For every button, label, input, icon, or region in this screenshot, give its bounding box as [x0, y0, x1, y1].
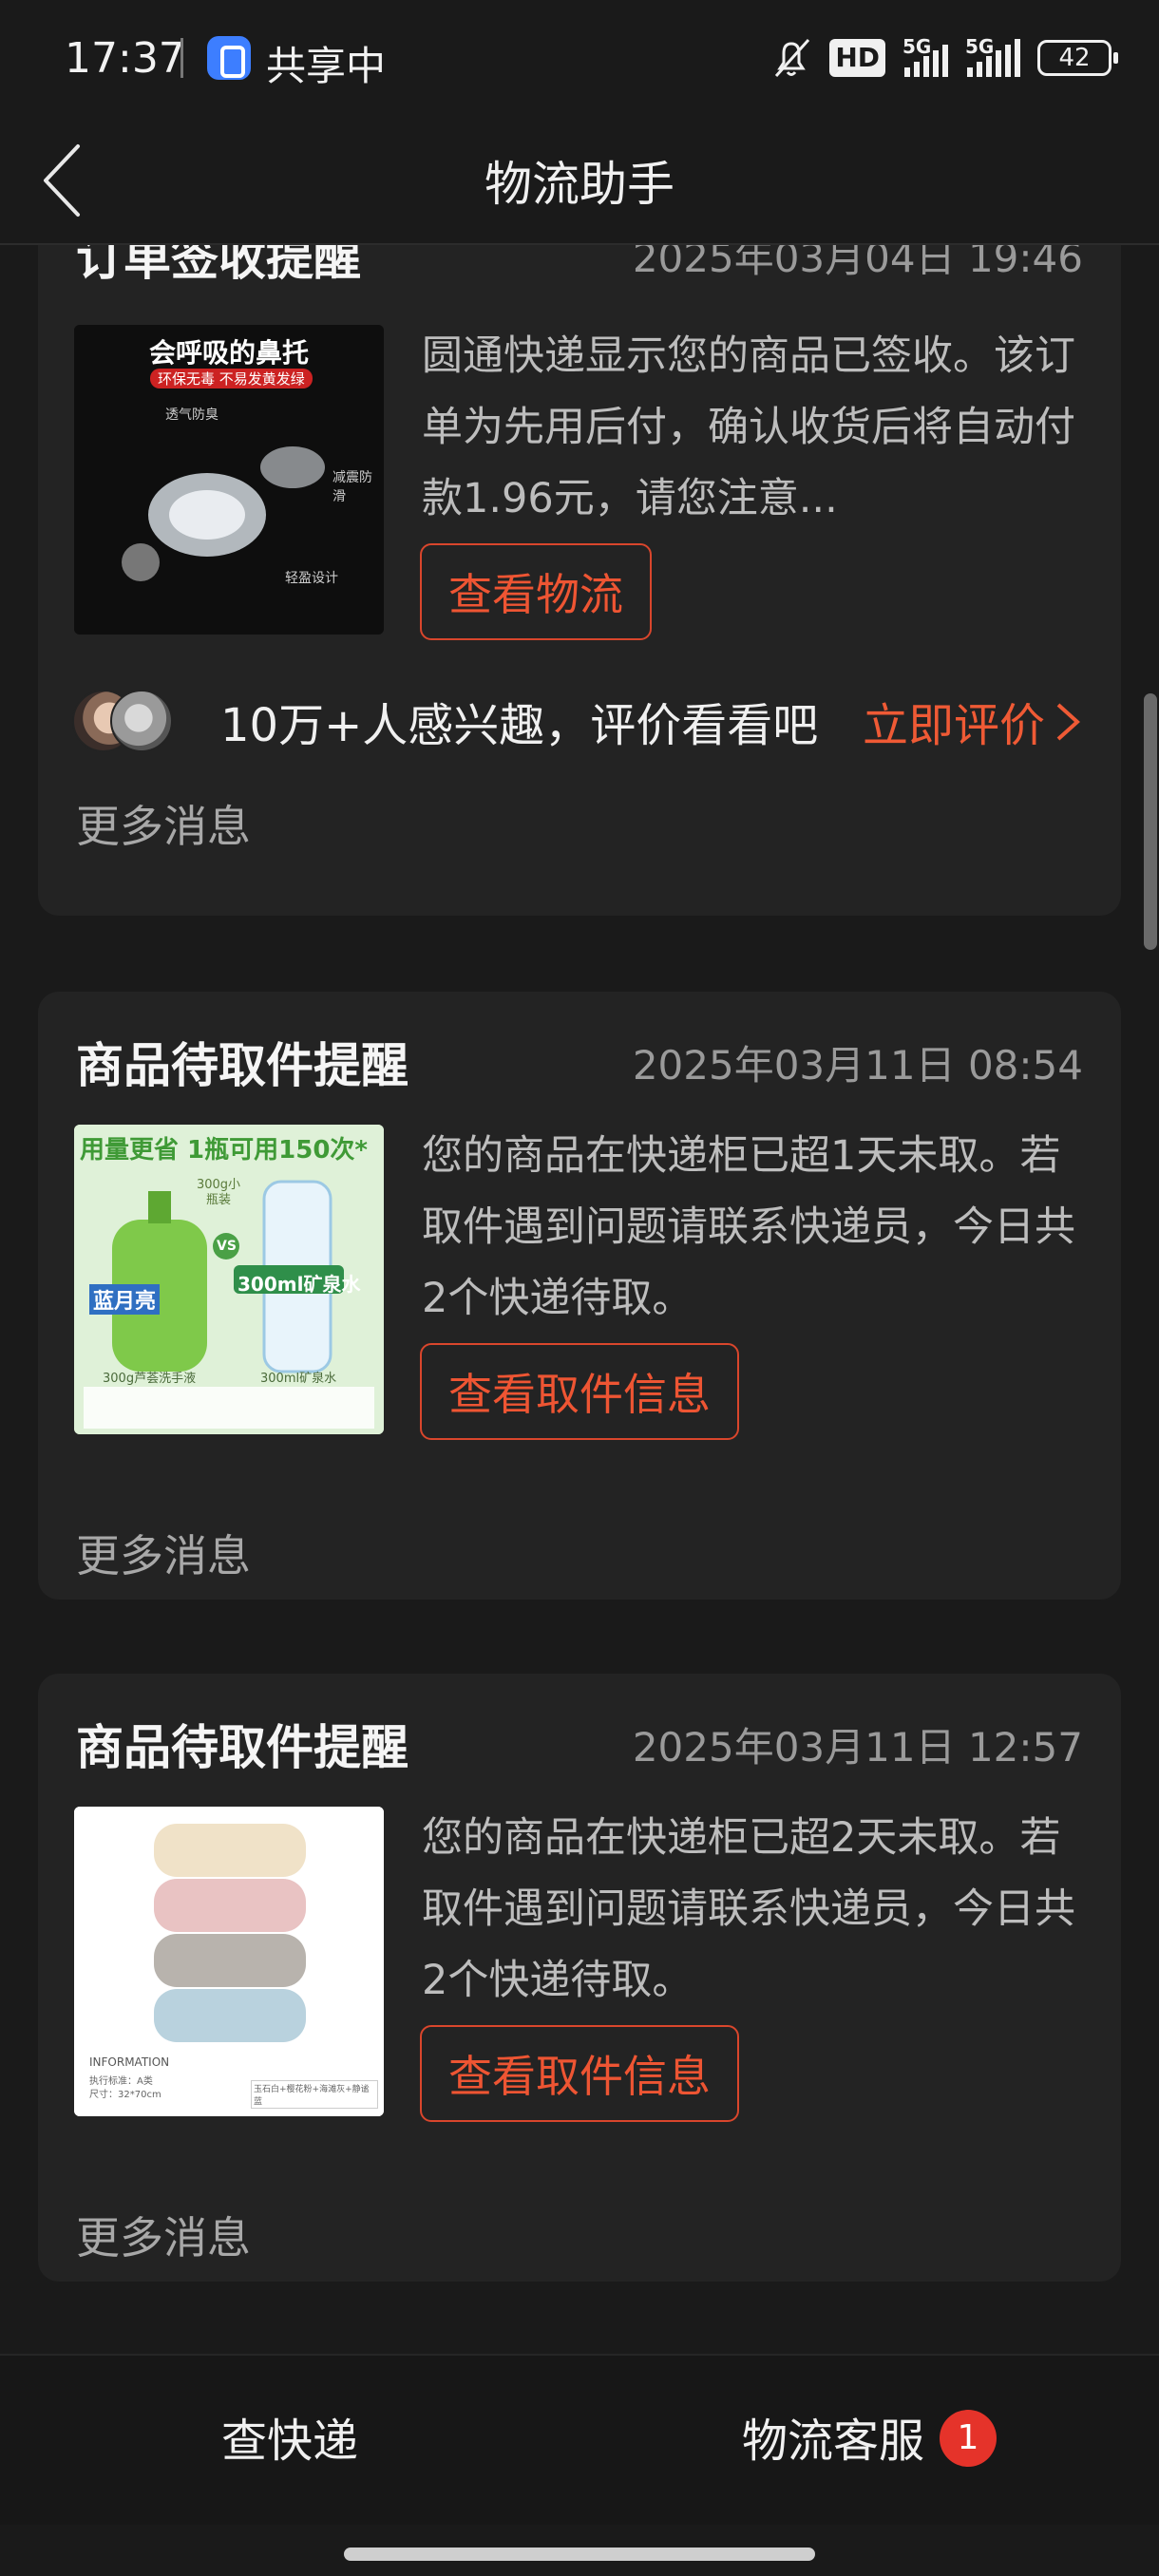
more-messages-link[interactable]: 更多消息: [76, 1522, 251, 1584]
thumb-small-label: 300g小瓶装: [196, 1178, 241, 1207]
thumb-info-label: INFORMATION: [89, 2055, 170, 2069]
card-timestamp: 2025年03月11日 12:57: [632, 1724, 1083, 1771]
more-messages-link[interactable]: 更多消息: [76, 792, 251, 855]
thumb-spec-2: 尺寸：32*70cm: [89, 2090, 162, 2100]
status-indicators: HD 5G 5G 42: [770, 35, 1118, 80]
card-message: 圆通快递显示您的商品已签收。该订单为先用后付，确认收货后将自动付款1.96元，请…: [422, 332, 1075, 522]
card-title: 商品待取件提醒: [76, 1720, 408, 1775]
product-thumbnail[interactable]: 用量更省 1瓶可用150次* 300g小瓶装 VS 蓝月亮 300ml矿泉水 3…: [74, 1125, 384, 1434]
card-header: 商品待取件提醒 2025年03月11日 12:57: [76, 1710, 1083, 1786]
home-indicator[interactable]: [344, 2548, 815, 2561]
status-time: 17:37: [65, 34, 185, 83]
logistics-support-button[interactable]: 物流客服 1: [580, 2356, 1159, 2527]
message-card: 商品待取件提醒 2025年03月11日 12:57 INFORMATION 执行…: [38, 1674, 1121, 2282]
card-timestamp: 2025年03月11日 08:54: [632, 1042, 1083, 1089]
thumb-right-label: 300ml矿泉水: [260, 1372, 337, 1386]
signal-5g-icon-2: 5G: [965, 35, 1020, 77]
view-pickup-info-button[interactable]: 查看取件信息: [420, 1343, 739, 1440]
thumb-water-label: 300ml矿泉水: [238, 1273, 361, 1296]
review-prompt-row: 10万+人感兴趣，评价看看吧 立即评价: [72, 682, 1083, 758]
thumb-caption: 会呼吸的鼻托: [148, 337, 309, 369]
thumb-vs: VS: [217, 1239, 237, 1254]
thumb-colors: 玉石白+樱花粉+海滩灰+静谧蓝: [251, 2080, 378, 2109]
status-separator: [180, 38, 183, 78]
thumb-left-label: 300g芦荟洗手液: [103, 1372, 197, 1386]
card-header: 订单签收提醒 2025年03月04日 19:46: [76, 245, 1083, 296]
thumb-label-1: 透气防臭: [165, 407, 218, 423]
bottom-action-bar: 查快递 物流客服 1: [0, 2354, 1159, 2525]
card-message: 您的商品在快递柜已超1天未取。若取件遇到问题请联系快递员，今日共2个快递待取。: [422, 1132, 1075, 1322]
card-title: 商品待取件提醒: [76, 1038, 408, 1093]
chevron-right-icon[interactable]: [1053, 699, 1083, 745]
message-card: 订单签收提醒 2025年03月04日 19:46 会呼吸的鼻托 环保无毒 不易发…: [38, 245, 1121, 916]
hd-voice-icon: HD: [829, 39, 885, 77]
card-message: 您的商品在快递柜已超2天未取。若取件遇到问题请联系快递员，今日共2个快递待取。: [422, 1814, 1075, 2004]
battery-icon: 42: [1037, 40, 1118, 76]
page-title: 物流助手: [484, 157, 674, 212]
message-card: 商品待取件提醒 2025年03月11日 08:54 用量更省 1瓶可用150次*…: [38, 992, 1121, 1600]
view-logistics-button[interactable]: 查看物流: [420, 543, 652, 640]
track-package-button[interactable]: 查快递: [0, 2356, 580, 2527]
screen-share-icon: [207, 36, 251, 80]
towel-product-image: [74, 1807, 384, 2116]
unread-badge: 1: [940, 2410, 997, 2467]
nav-bar: 物流助手: [0, 118, 1159, 245]
thumb-label-3: 轻盈设计: [285, 571, 338, 586]
avatar-group: [72, 690, 177, 754]
bell-off-icon: [775, 38, 810, 78]
more-messages-link[interactable]: 更多消息: [76, 2204, 251, 2266]
thumb-banner: 用量更省 1瓶可用150次*: [80, 1136, 369, 1165]
card-header: 商品待取件提醒 2025年03月11日 08:54: [76, 1028, 1083, 1104]
card-title: 订单签收提醒: [76, 245, 361, 286]
product-thumbnail[interactable]: INFORMATION 执行标准：A类 尺寸：32*70cm 玉石白+樱花粉+海…: [74, 1807, 384, 2116]
view-pickup-info-button[interactable]: 查看取件信息: [420, 2025, 739, 2122]
product-thumbnail[interactable]: 会呼吸的鼻托 环保无毒 不易发黄发绿 透气防臭 减震防滑 轻盈设计: [74, 325, 384, 635]
message-list[interactable]: 订单签收提醒 2025年03月04日 19:46 会呼吸的鼻托 环保无毒 不易发…: [0, 245, 1159, 2354]
review-prompt-text: 10万+人感兴趣，评价看看吧: [220, 699, 819, 752]
screen-share-label: 共享中: [266, 43, 387, 89]
network-type-label: 5G: [902, 35, 932, 58]
status-bar: 17:37 共享中 HD 5G 5G 42: [0, 0, 1159, 118]
avatar: [110, 690, 173, 752]
logistics-support-label: 物流客服: [741, 2415, 924, 2468]
thumb-brand: 蓝月亮: [89, 1284, 161, 1315]
card-timestamp: 2025年03月04日 19:46: [632, 245, 1083, 281]
signal-5g-icon-1: 5G: [902, 35, 948, 77]
thumb-label-2: 减震防滑: [332, 470, 372, 504]
thumb-tag: 环保无毒 不易发黄发绿: [150, 369, 313, 388]
track-package-label: 查快递: [220, 2415, 358, 2468]
thumb-spec-1: 执行标准：A类: [89, 2076, 153, 2087]
scrollbar-thumb[interactable]: [1144, 693, 1157, 950]
network-type-label: 5G: [965, 35, 995, 58]
review-now-link[interactable]: 立即评价: [863, 688, 1045, 754]
